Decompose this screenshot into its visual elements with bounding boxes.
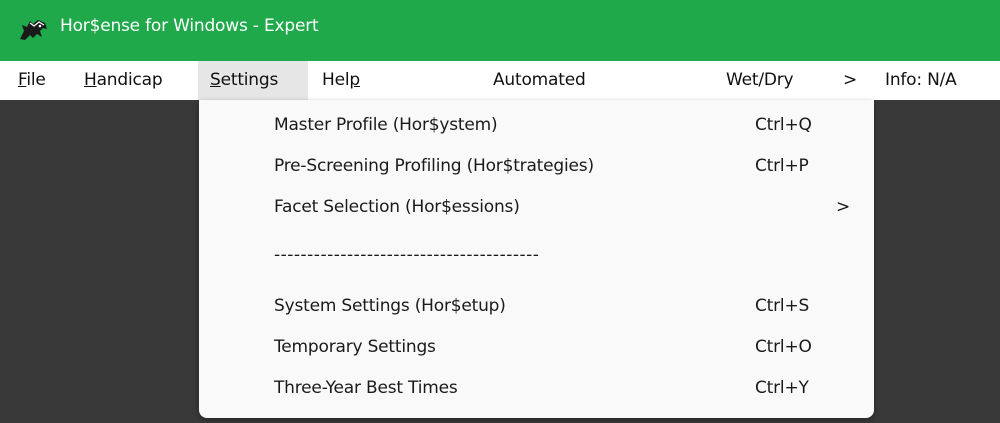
menu-bar: File Handicap Settings Help Automated We… [0,61,1000,100]
menu-more-arrow[interactable]: > [843,61,857,100]
submenu-arrow-icon: > [836,197,851,217]
menu-info[interactable]: Info: N/A [885,61,957,100]
menu-settings[interactable]: Settings [198,61,308,100]
menu-item-system-settings[interactable]: System Settings (Hor$etup) Ctrl+S [199,287,874,327]
window-title: Hor$ense for Windows - Expert [60,16,319,36]
menu-item-pre-screening-profiling[interactable]: Pre-Screening Profiling (Hor$trategies) … [199,147,874,187]
menu-item-shortcut: Ctrl+Q [755,115,812,135]
menu-item-three-year-best-times[interactable]: Three-Year Best Times Ctrl+Y [199,369,874,409]
menu-item-label: Pre-Screening Profiling (Hor$trategies) [274,156,594,176]
menu-wet-dry[interactable]: Wet/Dry [726,61,794,100]
menu-item-shortcut: Ctrl+P [755,156,809,176]
menu-handicap-label: andicap [96,70,163,90]
menu-item-label: Facet Selection (Hor$essions) [274,197,520,217]
menu-handicap-accelerator: H [84,70,97,90]
menu-automated[interactable]: Automated [493,61,586,100]
app-window: Hor$ense for Windows - Expert File Handi… [0,0,1000,423]
menu-item-label: Master Profile (Hor$ystem) [274,115,498,135]
menu-handicap[interactable]: Handicap [84,61,163,100]
menu-settings-label: ettings [220,70,279,90]
menu-help[interactable]: Help [322,61,360,100]
menu-item-facet-selection[interactable]: Facet Selection (Hor$essions) > [199,188,874,228]
menu-item-shortcut: Ctrl+Y [755,378,809,398]
menu-settings-accelerator: S [210,70,221,90]
menu-item-temporary-settings[interactable]: Temporary Settings Ctrl+O [199,328,874,368]
horse-head-icon [20,20,47,40]
menu-item-label: System Settings (Hor$etup) [274,296,506,316]
menu-item-label: Temporary Settings [274,337,436,357]
title-bar[interactable]: Hor$ense for Windows - Expert [0,0,1000,61]
menu-item-shortcut: Ctrl+O [755,337,812,357]
menu-item-label: Three-Year Best Times [274,378,458,398]
menu-item-master-profile[interactable]: Master Profile (Hor$ystem) Ctrl+Q [199,106,874,146]
menu-separator: ---------------------------------------- [274,245,540,265]
menu-help-accelerator: p [349,70,360,90]
settings-dropdown: Master Profile (Hor$ystem) Ctrl+Q Pre-Sc… [199,100,874,418]
menu-item-shortcut: Ctrl+S [755,296,810,316]
menu-file-label: ile [26,70,46,90]
menu-help-label: Hel [322,70,350,90]
menu-file[interactable]: File [18,61,46,100]
